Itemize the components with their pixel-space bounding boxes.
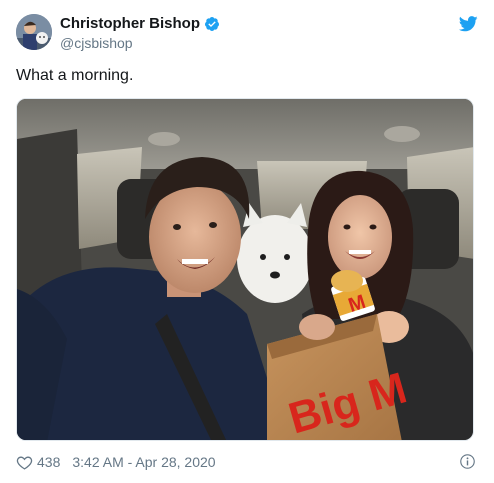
- twitter-bird-icon[interactable]: [459, 16, 478, 32]
- tweet-text: What a morning.: [16, 67, 134, 84]
- info-icon[interactable]: [459, 453, 476, 470]
- verified-badge-icon: [205, 17, 220, 31]
- user-handle[interactable]: @cjsbishop: [60, 34, 220, 52]
- tweet-footer: 438 3:42 AM - Apr 28, 2020: [16, 452, 476, 472]
- avatar[interactable]: [16, 14, 52, 50]
- display-name[interactable]: Christopher Bishop: [60, 15, 220, 33]
- tweet-header: Christopher Bishop @cjsbishop: [16, 14, 478, 52]
- tweet-timestamp[interactable]: 3:42 AM - Apr 28, 2020: [72, 454, 215, 470]
- heart-icon[interactable]: [16, 454, 33, 471]
- tweet-photo[interactable]: M Big M: [16, 98, 474, 441]
- like-count[interactable]: 438: [37, 454, 60, 470]
- display-name-text[interactable]: Christopher Bishop: [60, 15, 200, 33]
- tweet-card: Christopher Bishop @cjsbishop What a mor…: [0, 0, 494, 483]
